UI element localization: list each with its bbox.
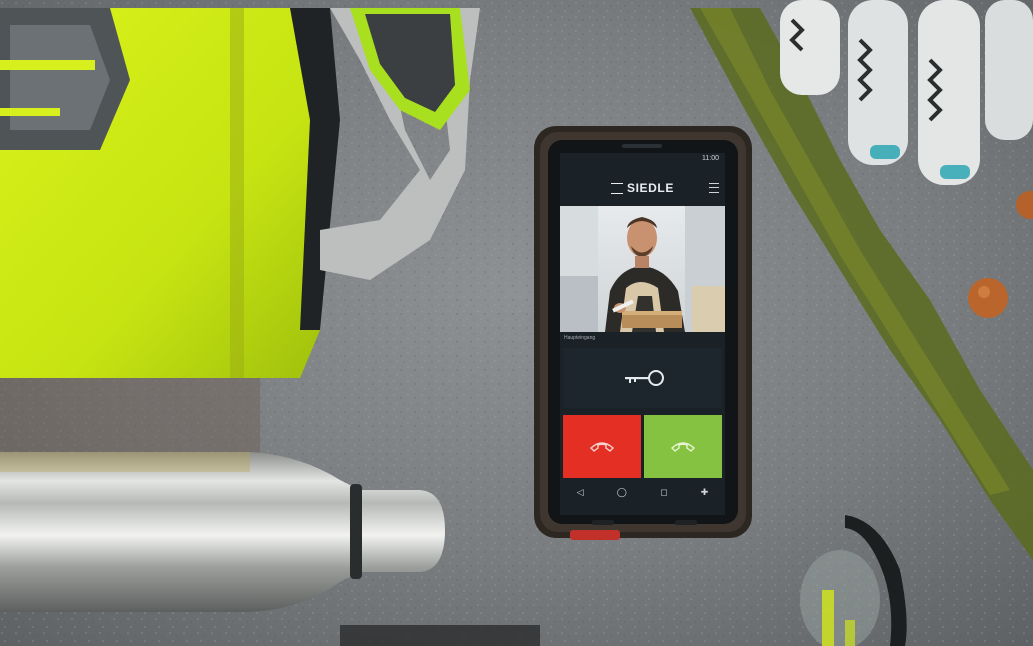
door-open-button[interactable] (563, 348, 722, 408)
intercom-app-screen: 11:00 SIEDLE Haupteingang ◁ ◯ ◻ ✚ (560, 153, 725, 515)
phone-icon (670, 441, 696, 452)
android-nav-bar: ◁ ◯ ◻ ✚ (560, 480, 725, 505)
status-bar: 11:00 (560, 153, 725, 165)
add-icon[interactable]: ✚ (701, 487, 709, 498)
siedle-logo-icon (611, 182, 624, 194)
decline-call-button[interactable] (563, 415, 641, 478)
door-label: Haupteingang (564, 335, 596, 341)
outdoor-flatlay-photo (0, 0, 1033, 646)
recent-apps-icon[interactable]: ◻ (660, 487, 667, 498)
accept-call-button[interactable] (644, 415, 722, 478)
status-time: 11:00 (702, 155, 719, 162)
key-icon (624, 370, 664, 386)
door-camera-video (560, 206, 725, 332)
app-header: SIEDLE (560, 173, 725, 203)
back-icon[interactable]: ◁ (577, 487, 584, 498)
menu-icon[interactable] (709, 183, 719, 193)
hang-up-icon (589, 441, 615, 452)
app-title: SIEDLE (627, 181, 674, 195)
home-icon[interactable]: ◯ (617, 487, 627, 498)
